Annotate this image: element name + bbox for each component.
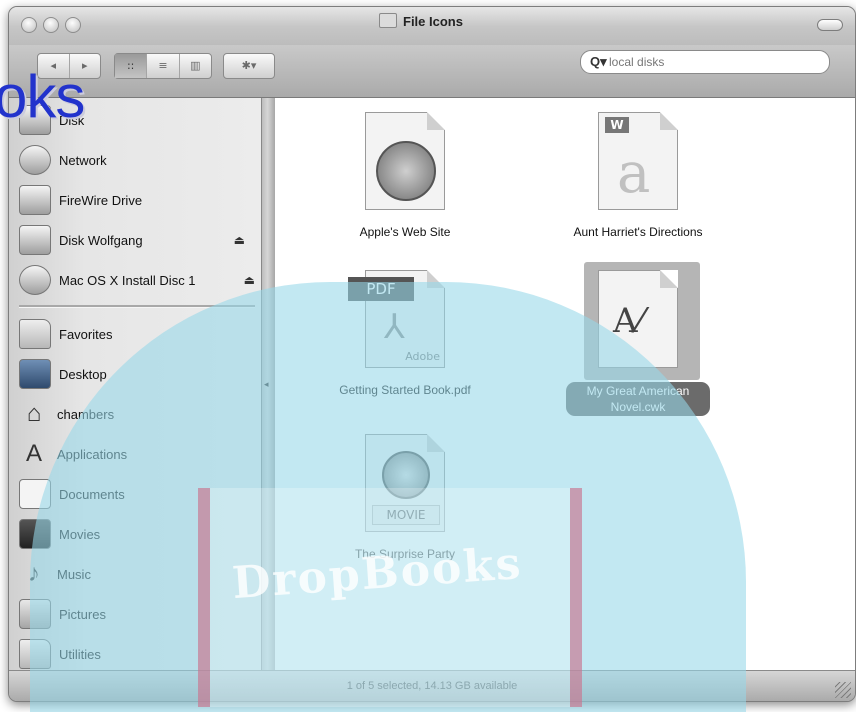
sidebar-item-firewire-drive[interactable]: FireWire Drive bbox=[19, 182, 257, 218]
file-icon-view: Apple's Web Site W a Aunt Harriet's Dire… bbox=[275, 98, 855, 670]
sidebar-item-label: Documents bbox=[59, 486, 125, 502]
utilities-folder-icon bbox=[19, 639, 51, 669]
sidebar-item-movies[interactable]: Movies bbox=[19, 516, 257, 552]
list-view-button[interactable]: ≡ bbox=[147, 54, 180, 78]
status-text: 1 of 5 selected, 14.13 GB available bbox=[346, 680, 518, 692]
safari-webloc-icon bbox=[365, 112, 445, 210]
sidebar-item-label: Network bbox=[59, 152, 107, 168]
appleworks-document-icon: A⁄ bbox=[598, 270, 678, 368]
toolbar-toggle-button[interactable] bbox=[817, 19, 843, 31]
window-title: File Icons bbox=[379, 13, 463, 29]
sidebar-item-favorites[interactable]: Favorites bbox=[19, 316, 257, 352]
search-icon: Q▾ bbox=[590, 54, 607, 69]
favorites-folder-icon bbox=[19, 319, 51, 349]
zoom-window-button[interactable] bbox=[65, 17, 81, 33]
sidebar-divider bbox=[19, 305, 255, 308]
sidebar-item-label: Applications bbox=[57, 446, 128, 462]
firewire-drive-icon bbox=[19, 185, 51, 215]
sidebar-item-applications[interactable]: A Applications bbox=[19, 436, 257, 472]
pdf-icon: PDF ⅄ Adobe bbox=[348, 270, 445, 368]
sidebar-item-label: Utilities bbox=[59, 646, 101, 662]
forward-button[interactable]: ▸ bbox=[70, 54, 101, 78]
window-title-text: File Icons bbox=[403, 14, 463, 29]
sidebar-item-pictures[interactable]: Pictures bbox=[19, 596, 257, 632]
action-menu-button[interactable]: ✱▾ bbox=[224, 54, 274, 78]
file-name: My Great American Novel.cwk bbox=[553, 382, 723, 416]
network-icon bbox=[19, 145, 51, 175]
close-window-button[interactable] bbox=[21, 17, 37, 33]
sidebar-item-music[interactable]: ♪ Music bbox=[19, 556, 257, 592]
sidebar-item-label: Mac OS X Install Disc 1 bbox=[59, 272, 196, 288]
icon-view-button[interactable]: :: bbox=[115, 54, 148, 78]
splitter-arrow-icon: ◂ bbox=[264, 380, 269, 390]
disk-icon bbox=[19, 225, 51, 255]
back-forward-group: ◂ ▸ bbox=[37, 53, 101, 79]
minimize-window-button[interactable] bbox=[43, 17, 59, 33]
action-menu-group: ✱▾ bbox=[223, 53, 275, 79]
sidebar-item-disk-wolfgang[interactable]: Disk Wolfgang ⏏ bbox=[19, 222, 257, 258]
applications-icon: A bbox=[25, 440, 42, 467]
file-name: Apple's Web Site bbox=[359, 225, 451, 239]
sidebar-item-label: chambers bbox=[57, 406, 115, 422]
quicktime-movie-icon: MOVIE bbox=[365, 434, 445, 532]
sidebar-item-label: FireWire Drive bbox=[59, 192, 143, 208]
desktop-icon bbox=[19, 359, 51, 389]
sidebar-item-network[interactable]: Network bbox=[19, 142, 257, 178]
eject-icon[interactable]: ⏏ bbox=[234, 233, 245, 247]
resize-grip[interactable] bbox=[835, 682, 851, 698]
music-icon: ♪ bbox=[28, 560, 40, 587]
back-button[interactable]: ◂ bbox=[38, 54, 70, 78]
file-name: Aunt Harriet's Directions bbox=[573, 225, 703, 239]
sidebar-item-label: Pictures bbox=[59, 606, 106, 622]
sidebar-item-label: Music bbox=[57, 566, 91, 582]
pdf-badge: PDF bbox=[348, 277, 414, 301]
sidebar-item-documents[interactable]: Documents bbox=[19, 476, 257, 512]
pictures-icon bbox=[19, 599, 51, 629]
movie-badge: MOVIE bbox=[372, 505, 440, 525]
sidebar: Disk Network FireWire Drive Disk Wolfgan… bbox=[9, 98, 261, 670]
folder-icon bbox=[379, 13, 397, 28]
adobe-brand-text: Adobe bbox=[405, 350, 440, 363]
sidebar-item-label: Favorites bbox=[59, 326, 113, 342]
sidebar-item-label: Disk bbox=[59, 112, 85, 128]
sidebar-item-disk[interactable]: Disk bbox=[19, 102, 257, 138]
sidebar-item-label: Disk Wolfgang bbox=[59, 232, 143, 248]
movies-icon bbox=[19, 519, 51, 549]
file-name: Getting Started Book.pdf bbox=[339, 383, 471, 397]
word-document-icon: W a bbox=[598, 112, 678, 210]
search-field[interactable]: Q▾ local disks bbox=[580, 50, 830, 74]
status-bar: 1 of 5 selected, 14.13 GB available bbox=[9, 670, 855, 701]
cd-icon bbox=[19, 265, 51, 295]
search-placeholder: local disks bbox=[609, 55, 665, 69]
sidebar-item-label: Movies bbox=[59, 526, 101, 542]
sidebar-item-label: Desktop bbox=[59, 366, 107, 382]
documents-icon bbox=[19, 479, 51, 509]
finder-window: File Icons ◂ ▸ :: ≡ ▥ ✱▾ Disk Network Fi… bbox=[8, 6, 856, 702]
sidebar-item-install-disc[interactable]: Mac OS X Install Disc 1 ⏏ bbox=[19, 262, 257, 298]
home-icon: ⌂ bbox=[26, 400, 42, 427]
eject-icon[interactable]: ⏏ bbox=[244, 273, 255, 287]
file-name: The Surprise Party bbox=[354, 547, 456, 561]
sidebar-item-chambers[interactable]: ⌂ chambers bbox=[19, 396, 257, 432]
column-view-button[interactable]: ▥ bbox=[180, 54, 211, 78]
sidebar-item-utilities[interactable]: Utilities bbox=[19, 636, 257, 672]
hard-disk-icon bbox=[19, 105, 51, 135]
view-mode-group: :: ≡ ▥ bbox=[114, 53, 212, 79]
sidebar-item-desktop[interactable]: Desktop bbox=[19, 356, 257, 392]
